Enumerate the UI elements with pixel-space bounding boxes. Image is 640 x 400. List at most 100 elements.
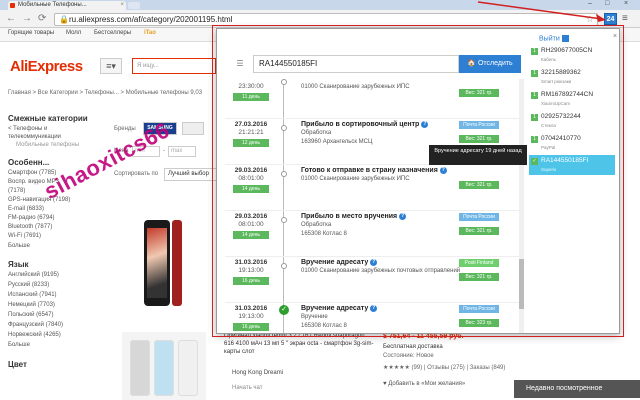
language-filter[interactable]: Английский (9195) (8, 272, 59, 278)
start-chat-link[interactable]: Начать чат (232, 385, 263, 391)
tracking-number-input[interactable]: RA144550185FI (253, 55, 459, 73)
forward-icon[interactable]: → (22, 13, 32, 25)
related-item[interactable]: < Телефоны и (8, 126, 47, 132)
address-bar[interactable]: 🔒 ru.aliexpress.com/af/category/20200119… (54, 13, 598, 26)
bookmark-mall[interactable]: Молл (66, 30, 81, 36)
event-days-badge: 12 день (233, 139, 269, 147)
weight-badge: Вес: 321 гр. (459, 273, 499, 281)
add-to-wishlist-link[interactable]: ♥ Добавить в «Мои желания» (383, 381, 465, 387)
more-link[interactable]: Больше (8, 342, 30, 348)
product-title-link[interactable]: Оригинал xiaomi redmi 3 2 / 16 г Redmi s… (224, 332, 374, 356)
feature-filter[interactable]: Wi-Fi (7691) (8, 233, 41, 239)
back-icon[interactable]: ← (6, 13, 16, 25)
event-time: 19:13:00 (238, 267, 264, 274)
tracked-parcel-item[interactable]: 1 02925732244 Стекла (529, 111, 615, 131)
timeline-scrollbar[interactable] (519, 79, 524, 333)
timeline-dot-icon (281, 171, 287, 177)
maximize-icon[interactable]: □ (605, 0, 609, 7)
track-button[interactable]: 🏠 Отследить (459, 55, 521, 73)
reload-icon[interactable]: ⟳ (38, 13, 46, 25)
extension-badge-icon[interactable]: 24 (604, 13, 617, 25)
site-search-input[interactable]: Я ищу... (132, 58, 216, 74)
browser-menu-icon[interactable]: ≡ (622, 13, 628, 24)
tracked-parcel-item[interactable]: ✓ RA144550185FI Superis (529, 155, 615, 175)
delivery-tooltip: Вручение адресату 19 дней назад (429, 145, 527, 165)
sort-label: Сортировать по (114, 171, 159, 177)
event-time: 23:30:00 (238, 83, 264, 90)
info-icon[interactable]: ? (439, 167, 447, 174)
timeline-dot-icon (281, 79, 287, 85)
color-title: Цвет (8, 360, 27, 369)
language-filter[interactable]: Русский (8233) (8, 282, 49, 288)
list-icon[interactable]: ☰ (227, 55, 253, 73)
brands-label: Бренды (114, 126, 136, 132)
breadcrumb[interactable]: Главная > Все Категории > Телефоны... > … (8, 90, 202, 96)
price-dash: - (163, 148, 165, 154)
feature-filter[interactable]: (7178) (8, 188, 25, 194)
category-menu-button[interactable]: ≡▾ (100, 58, 122, 74)
window-close-icon[interactable]: × (624, 0, 628, 7)
weight-badge: Вес: 321 гр. (459, 89, 499, 97)
feature-filter[interactable]: FM-радио (6794) (8, 215, 55, 221)
bookmark-hot[interactable]: Горящие товары (8, 30, 54, 36)
new-tab-button[interactable] (128, 2, 140, 9)
language-filter[interactable]: Испанский (7941) (8, 292, 57, 298)
info-icon[interactable]: ? (421, 121, 429, 128)
language-filter[interactable]: Французский (7840) (8, 322, 63, 328)
sort-select[interactable]: Лучший выбор (164, 168, 218, 181)
event-address: 163960 Архангельск МСЦ (301, 139, 373, 145)
event-description: Обработка (301, 222, 332, 228)
tracked-parcel-item[interactable]: 1 RM167892744CN XiaomiUpCam (529, 89, 615, 109)
feature-filter[interactable]: E-mail (6833) (8, 206, 44, 212)
product-image-phone[interactable] (130, 214, 200, 314)
info-icon[interactable]: ? (370, 305, 378, 312)
logout-link[interactable]: Выйти (539, 35, 569, 42)
minimize-icon[interactable]: – (588, 0, 592, 7)
tracking-event: 31.03.2016 19:13:00 16 день ✓ Вручение адрес… (225, 299, 523, 333)
bookmark-itao[interactable]: iTao (144, 30, 156, 36)
aliexpress-logo[interactable]: AliExpress (10, 58, 83, 75)
tracking-event: 31.03.2016 19:13:00 16 день Вручение адреса… (225, 253, 523, 303)
info-icon[interactable]: ? (399, 213, 407, 220)
store-link[interactable]: Hong Kong Dreami (232, 370, 283, 376)
url-text: ru.aliexpress.com/af/category/202001195.… (69, 15, 233, 24)
event-date: 31.03.2016 (234, 259, 268, 266)
event-title: Вручение адресату? (301, 259, 378, 266)
feature-filter[interactable]: Смартфон (7785) (8, 170, 56, 176)
event-days-badge: 11 день (233, 93, 269, 101)
brand-apple-chip[interactable] (182, 122, 204, 135)
event-title: Прибыло в сортировочный центр? (301, 121, 429, 128)
info-icon[interactable]: ? (370, 259, 378, 266)
related-item[interactable]: Мобильные телефоны (16, 142, 79, 148)
recently-viewed-bar[interactable]: Недавно посмотренное (514, 380, 640, 398)
browser-tab[interactable]: Мобильные Телефоны... × (8, 1, 126, 10)
bookmark-bestsellers[interactable]: Бестселлеры (94, 30, 131, 36)
tracked-parcel-item[interactable]: 1 32215889362 Smart рюкзаки (529, 67, 615, 87)
condition-text: Состояние: Новое (383, 353, 434, 359)
related-item[interactable]: телекоммуникации (8, 134, 61, 140)
carrier-badge: Posti Finland (459, 259, 499, 267)
language-filter[interactable]: Немецкий (7703) (8, 302, 55, 308)
bookmark-star-icon[interactable]: ☆ (586, 14, 594, 25)
parcel-label: Smart рюкзаки (541, 79, 572, 84)
language-filter[interactable]: Польский (6547) (8, 312, 53, 318)
event-description: 01000 Сканирование зарубежных ИПС (301, 176, 410, 182)
tab-close-icon[interactable]: × (120, 1, 124, 10)
product-price: $ 751,64 - 11 455,59 руб. (383, 333, 464, 340)
event-days-badge: 14 день (233, 231, 269, 239)
tracked-parcel-item[interactable]: 1 07042410770 PayPal (529, 133, 615, 153)
product-image-xiaomi[interactable] (122, 332, 206, 400)
weight-badge: Вес: 323 гр. (459, 319, 499, 327)
language-filter[interactable]: Норвежский (4265) (8, 332, 61, 338)
feature-filter[interactable]: Bluetooth (7877) (8, 224, 52, 230)
event-time: 19:13:00 (238, 313, 264, 320)
tracked-parcel-item[interactable]: 1 RH290677005CN Кабель (529, 45, 615, 65)
rating-text[interactable]: ★★★★★ (99) | Отзывы (275) | Заказы (849) (383, 364, 505, 371)
popup-close-icon[interactable]: × (613, 33, 617, 40)
tracking-extension-popup: × ☰ RA144550185FI 🏠 Отследить 23:30:00 11… (216, 28, 620, 334)
price-max-input[interactable]: max (168, 146, 196, 157)
more-link[interactable]: Больше (8, 243, 30, 249)
timeline-dot-icon (281, 263, 287, 269)
weight-badge: Вес: 321 гр. (459, 227, 499, 235)
tracking-event: 23:30:00 11 день 01000 Сканирование зарубе… (225, 79, 523, 119)
